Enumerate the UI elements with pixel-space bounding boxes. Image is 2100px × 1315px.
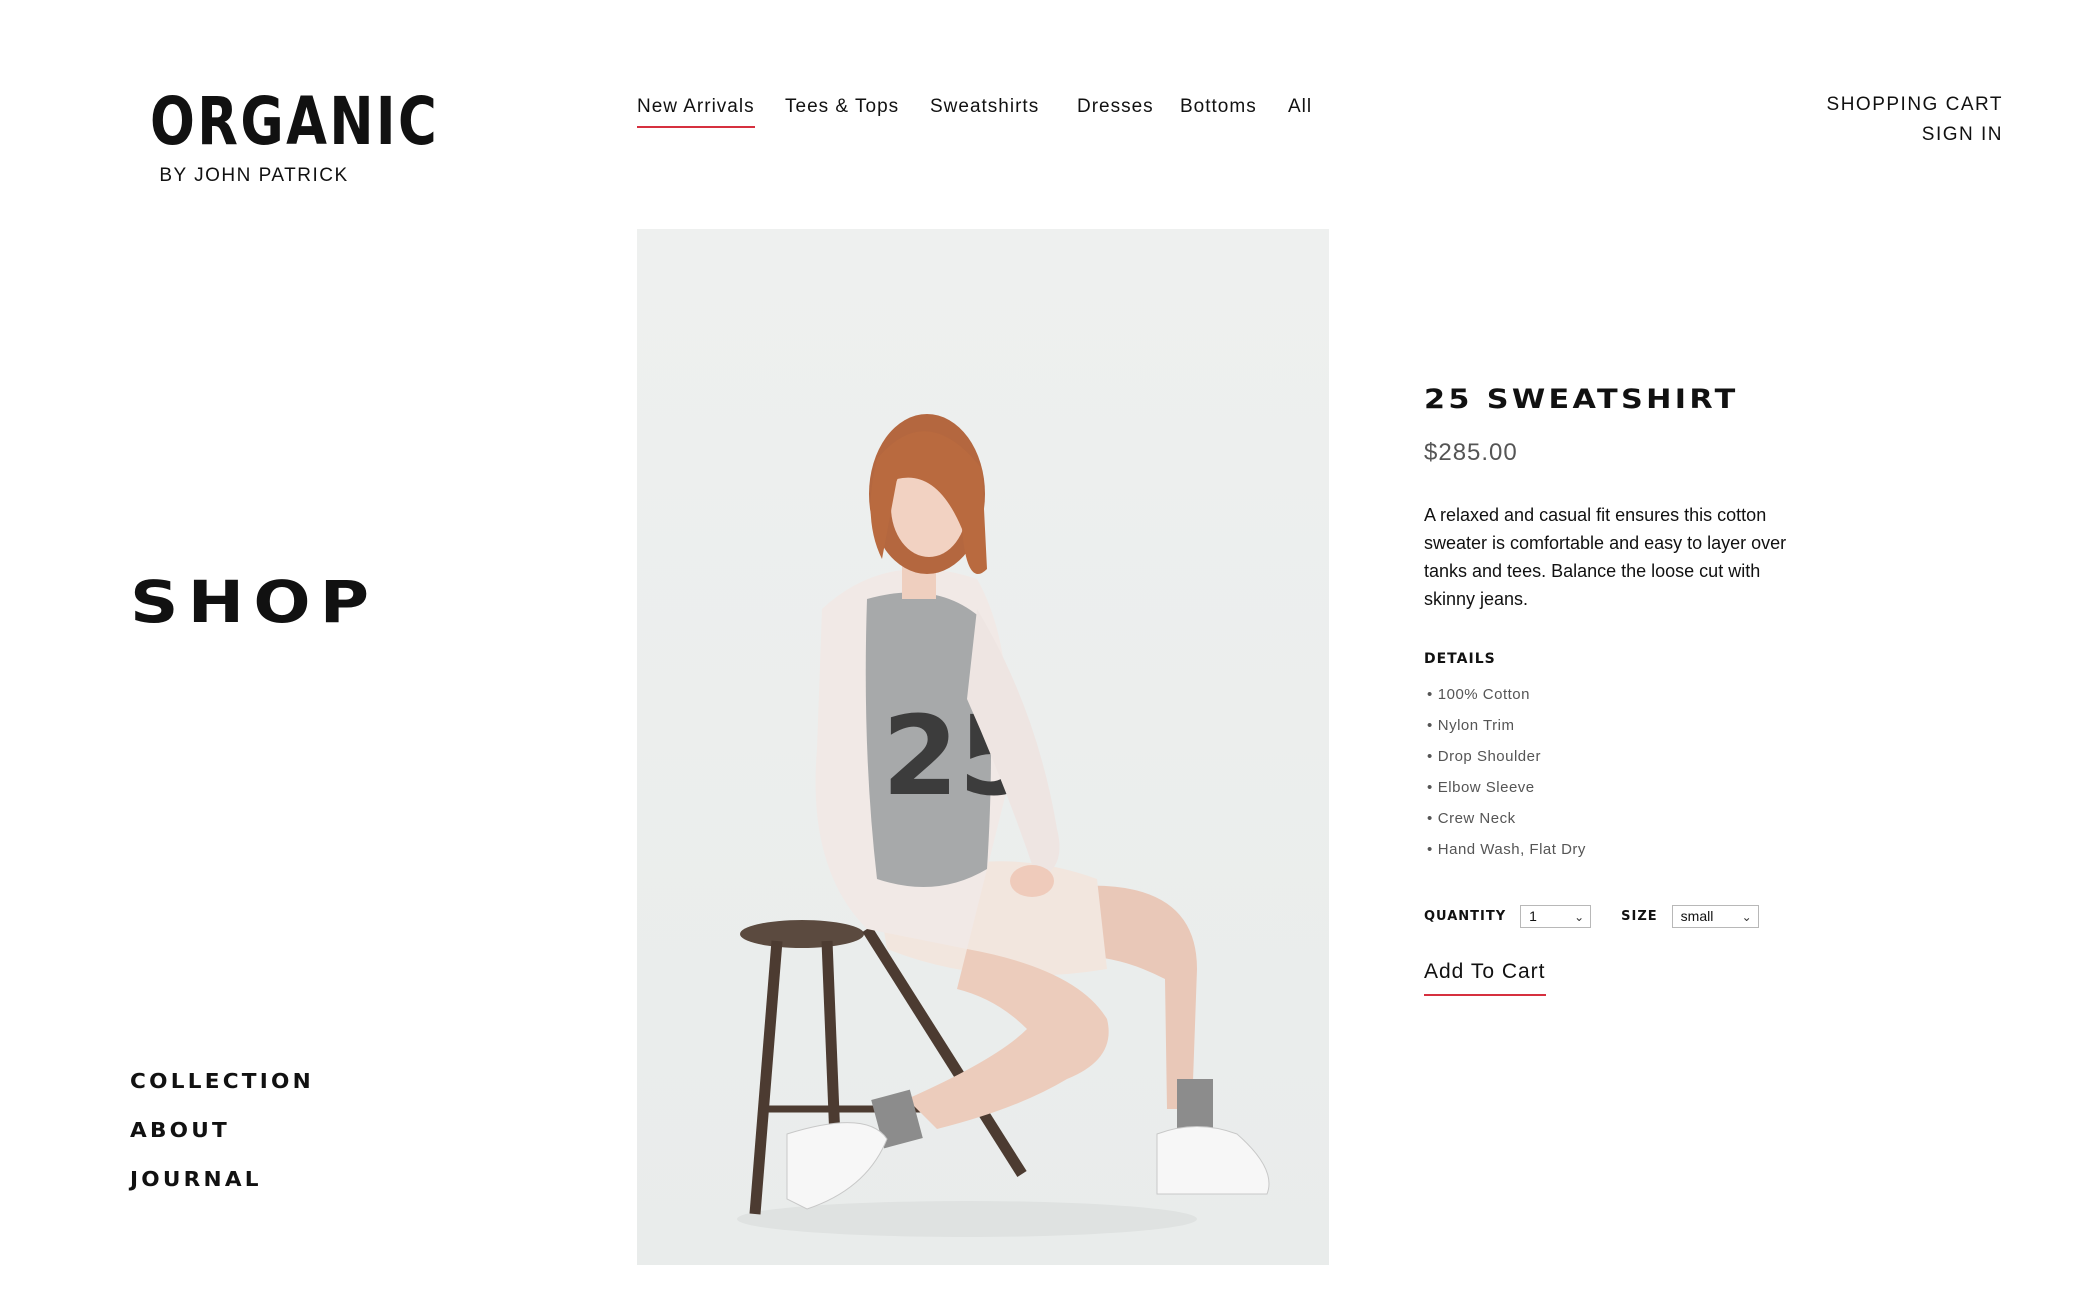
size-value: small [1680,908,1714,924]
sidenav-journal[interactable]: JOURNAL [130,1155,314,1204]
details-list: 100% Cotton Nylon Trim Drop Shoulder Elb… [1424,679,1814,865]
sign-in-link[interactable]: SIGN IN [1827,120,2003,150]
chevron-down-icon: ⌄ [1741,910,1752,924]
nav-all[interactable]: All [1288,96,1312,126]
shopping-cart-link[interactable]: SHOPPING CART [1827,90,2003,120]
model-photo-illustration: 25 [737,414,1270,1237]
detail-item: Crew Neck [1424,803,1814,834]
detail-item: Nylon Trim [1424,710,1814,741]
add-to-cart-button[interactable]: Add To Cart [1424,960,1546,996]
detail-item: Drop Shoulder [1424,741,1814,772]
product-info: 25 SWEATSHIRT $285.00 A relaxed and casu… [1424,384,1814,996]
brand-logo[interactable]: ORGANIC BY JOHN PATRICK [124,83,440,187]
detail-item: Hand Wash, Flat Dry [1424,834,1814,865]
nav-sweatshirts[interactable]: Sweatshirts [930,96,1039,126]
product-image: 25 [637,229,1329,1265]
product-price: $285.00 [1424,439,1518,466]
detail-item: Elbow Sleeve [1424,772,1814,803]
quantity-select[interactable]: 1 ⌄ [1520,905,1592,928]
quantity-value: 1 [1529,908,1537,924]
product-title: 25 SWEATSHIRT [1424,384,1739,415]
size-label: SIZE [1621,909,1658,924]
chevron-down-icon: ⌄ [1574,910,1585,924]
side-nav: COLLECTION ABOUT JOURNAL [130,1057,311,1204]
nav-new-arrivals[interactable]: New Arrivals [637,96,755,128]
size-select[interactable]: small ⌄ [1671,905,1759,928]
nav-dresses[interactable]: Dresses [1077,96,1154,126]
brand-tagline: BY JOHN PATRICK [159,165,349,186]
sidenav-collection[interactable]: COLLECTION [130,1057,314,1106]
detail-item: 100% Cotton [1424,679,1814,710]
account-links: SHOPPING CART SIGN IN [1827,90,2003,150]
nav-bottoms[interactable]: Bottoms [1180,96,1257,126]
nav-tees-tops[interactable]: Tees & Tops [785,96,899,126]
product-options: QUANTITY 1 ⌄ SIZE small ⌄ [1424,905,1814,928]
product-description: A relaxed and casual fit ensures this co… [1424,505,1787,609]
details-heading: DETAILS [1424,651,1496,667]
sidenav-about[interactable]: ABOUT [130,1106,314,1155]
brand-name: ORGANIC [150,83,440,160]
quantity-label: QUANTITY [1424,909,1507,924]
page-title: SHOP [130,568,379,636]
